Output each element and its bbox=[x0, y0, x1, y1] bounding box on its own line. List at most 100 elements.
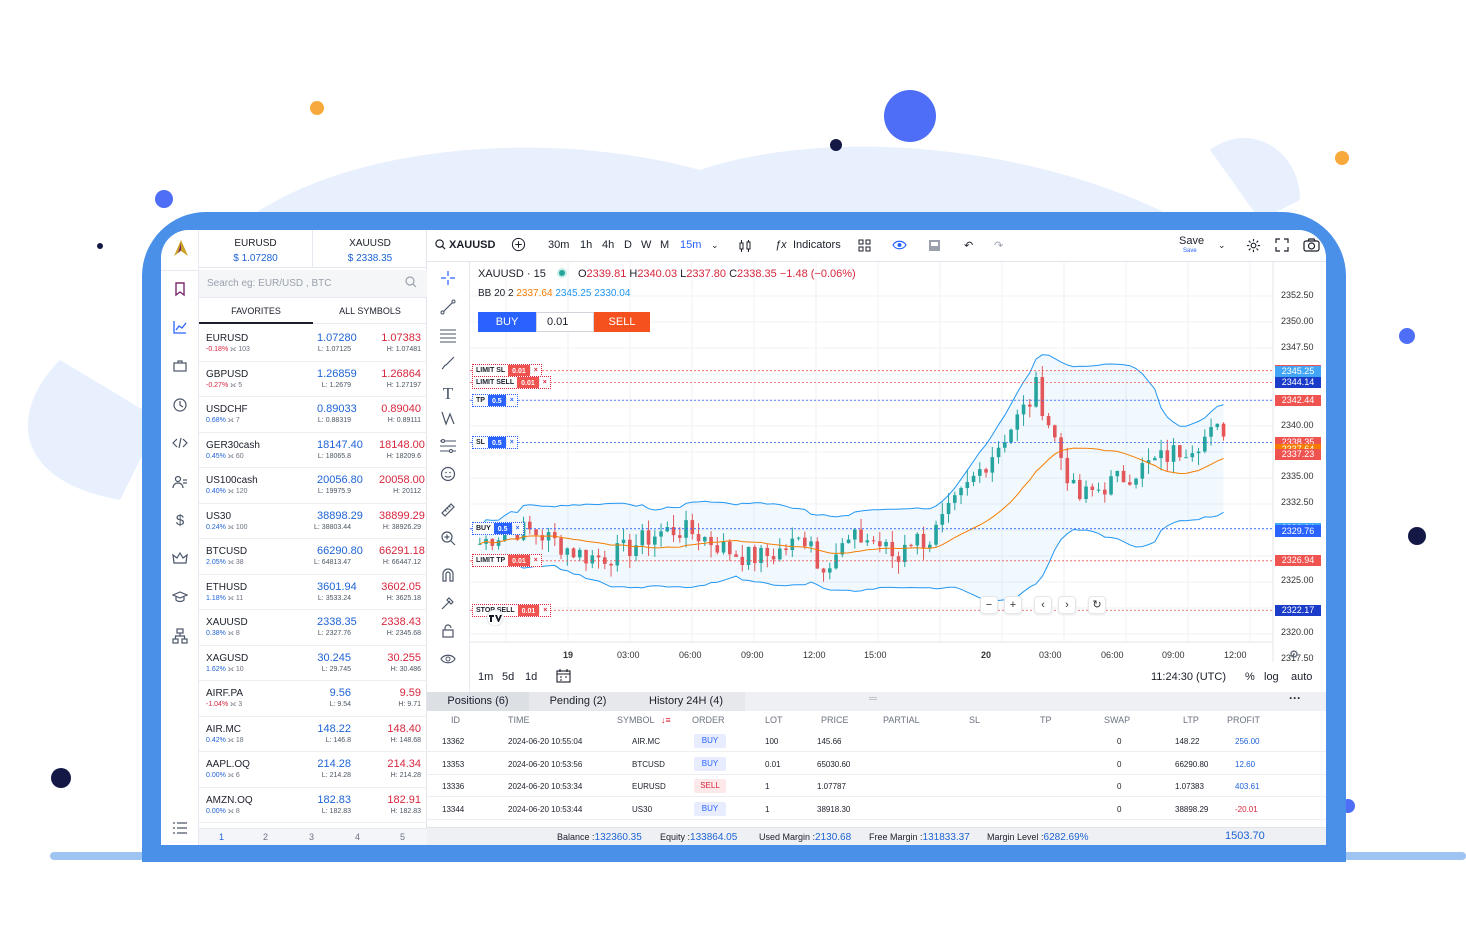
lock-drawing-icon[interactable] bbox=[437, 595, 459, 617]
order-qty[interactable]: 0.5 bbox=[487, 437, 506, 449]
close-icon[interactable]: × bbox=[539, 606, 550, 614]
emoji-icon[interactable] bbox=[437, 466, 459, 488]
column-header[interactable]: PRICE bbox=[821, 715, 849, 725]
sort-desc-icon[interactable]: ↓≡ bbox=[661, 715, 671, 725]
watchlist-row[interactable]: GER30cash 0.45% ⟗ 60 18147.40 L: 18065.8 181… bbox=[199, 433, 427, 468]
close-icon[interactable]: × bbox=[505, 396, 517, 404]
watchlist-row[interactable]: BTCUSD 2.05% ⟗ 38 66290.80 L: 64813.47 66291… bbox=[199, 539, 427, 575]
close-icon[interactable]: × bbox=[505, 439, 517, 447]
briefcase-icon[interactable] bbox=[169, 355, 191, 377]
pattern-icon[interactable] bbox=[437, 410, 459, 432]
position-row[interactable]: 13336 2024-06-20 10:53:34 EURUSD SELL 1 1.077… bbox=[427, 775, 1326, 797]
range-1m[interactable]: 1m bbox=[478, 671, 493, 683]
horizontal-lines-icon[interactable] bbox=[437, 327, 459, 349]
interval-d[interactable]: D bbox=[624, 239, 632, 251]
code-icon[interactable] bbox=[169, 432, 191, 454]
text-tool-icon[interactable]: T bbox=[437, 383, 459, 405]
reset-chart-button[interactable]: ↻ bbox=[1088, 596, 1106, 614]
order-label[interactable]: LIMIT TP 0.01 × bbox=[472, 554, 542, 568]
interval-1h[interactable]: 1h bbox=[580, 239, 592, 251]
watchlist-row[interactable]: AMZN.OQ 0.00% ⟗ 8 182.83 L: 182.83 182.91 H: … bbox=[199, 788, 427, 823]
order-qty[interactable]: 0.01 bbox=[517, 377, 539, 389]
column-header[interactable]: TP bbox=[1040, 715, 1052, 725]
more-options-icon[interactable]: ··· bbox=[1289, 691, 1301, 705]
hide-drawings-icon[interactable] bbox=[437, 651, 459, 673]
network-icon[interactable] bbox=[169, 625, 191, 647]
close-icon[interactable]: × bbox=[511, 525, 523, 533]
sell-button[interactable]: SELL bbox=[594, 312, 650, 332]
snapshot-template-icon[interactable] bbox=[928, 239, 941, 255]
watchlist-row[interactable]: US100cash 0.40% ⟗ 120 20056.80 L: 19975.9 20… bbox=[199, 468, 427, 504]
column-header[interactable]: ORDER bbox=[692, 715, 725, 725]
auto-toggle[interactable]: auto bbox=[1291, 671, 1312, 683]
order-label[interactable]: LIMIT SELL 0.01 × bbox=[472, 376, 551, 390]
ruler-icon[interactable] bbox=[437, 502, 459, 524]
drag-handle-icon[interactable]: ═ bbox=[869, 693, 877, 705]
axis-settings-icon[interactable]: ⚙ bbox=[1289, 648, 1299, 661]
order-label[interactable]: SL 0.5 × bbox=[472, 436, 518, 450]
undo-icon[interactable]: ↶ bbox=[964, 239, 973, 252]
order-label[interactable]: BUY 0.5 × bbox=[472, 522, 524, 536]
crown-icon[interactable] bbox=[169, 548, 191, 570]
watchlist-row[interactable]: USDCHF 0.68% ⟗ 7 0.89033 L: 0.88319 0.89040 H… bbox=[199, 397, 427, 433]
camera-icon[interactable] bbox=[1303, 238, 1320, 255]
interval-4h[interactable]: 4h bbox=[602, 239, 614, 251]
fullscreen-icon[interactable] bbox=[1275, 238, 1289, 255]
watchlist-row[interactable]: XAUUSD 0.38% ⟗ 8 2338.35 L: 2327.76 2338.43 H… bbox=[199, 610, 427, 646]
top-quote-xauusd[interactable]: XAUUSD $ 2338.35 bbox=[313, 230, 427, 268]
trend-line-icon[interactable] bbox=[437, 299, 459, 321]
crosshair-icon[interactable] bbox=[437, 270, 459, 292]
interval-w[interactable]: W bbox=[641, 239, 651, 251]
graduation-cap-icon[interactable] bbox=[169, 586, 191, 608]
list-menu-icon[interactable] bbox=[169, 817, 191, 839]
order-qty[interactable]: 0.01 bbox=[508, 365, 530, 377]
column-header[interactable]: SL bbox=[969, 715, 980, 725]
column-header[interactable]: TIME bbox=[508, 715, 530, 725]
range-1d[interactable]: 1d bbox=[525, 671, 537, 683]
close-icon[interactable]: × bbox=[538, 379, 550, 387]
page-4[interactable]: 4 bbox=[355, 832, 360, 842]
magnet-icon[interactable] bbox=[437, 567, 459, 589]
save-button[interactable]: Save bbox=[1179, 235, 1204, 247]
bookmark-icon[interactable] bbox=[169, 278, 191, 300]
watchlist-row[interactable]: AIRF.PA -1.04% ⟗ 3 9.56 L: 9.54 9.59 H: 9.71 bbox=[199, 681, 427, 717]
column-header[interactable]: ID bbox=[451, 715, 460, 725]
percent-toggle[interactable]: % bbox=[1245, 671, 1255, 683]
watchlist-row[interactable]: ETHUSD 1.18% ⟗ 11 3601.94 L: 3533.24 3602.05… bbox=[199, 575, 427, 610]
indicators-button[interactable]: Indicators bbox=[793, 239, 841, 251]
layout-grid-icon[interactable] bbox=[858, 239, 871, 255]
page-3[interactable]: 3 bbox=[309, 832, 314, 842]
page-2[interactable]: 2 bbox=[263, 832, 268, 842]
close-icon[interactable]: × bbox=[529, 367, 541, 375]
eye-icon[interactable] bbox=[892, 239, 907, 254]
tab-history[interactable]: History 24H (4) bbox=[627, 692, 745, 711]
order-qty[interactable]: 0.5 bbox=[487, 394, 506, 406]
users-icon[interactable] bbox=[169, 471, 191, 493]
order-qty[interactable]: 0.5 bbox=[493, 523, 512, 535]
settings-gear-icon[interactable] bbox=[1246, 238, 1261, 256]
column-header[interactable]: SWAP bbox=[1104, 715, 1130, 725]
unlock-icon[interactable] bbox=[437, 623, 459, 645]
order-qty[interactable]: 0.01 bbox=[517, 604, 540, 616]
log-toggle[interactable]: log bbox=[1264, 671, 1279, 683]
symbol-search-icon[interactable] bbox=[435, 239, 446, 253]
watchlist-row[interactable]: AAPL.OQ 0.00% ⟗ 6 214.28 L: 214.28 214.34 H: … bbox=[199, 752, 427, 788]
history-icon[interactable] bbox=[169, 394, 191, 416]
save-chevron-icon[interactable]: ⌄ bbox=[1218, 240, 1226, 251]
chart-icon[interactable] bbox=[169, 316, 191, 338]
zoom-in-icon[interactable] bbox=[437, 530, 459, 552]
column-header[interactable]: LOT bbox=[765, 715, 783, 725]
watchlist-row[interactable]: EURUSD -0.18% ⟗ 103 1.07280 L: 1.07125 1.073… bbox=[199, 326, 427, 362]
page-5[interactable]: 5 bbox=[400, 832, 405, 842]
column-header[interactable]: PROFIT bbox=[1227, 715, 1260, 725]
range-5d[interactable]: 5d bbox=[502, 671, 514, 683]
position-row[interactable]: 13353 2024-06-20 10:53:56 BTCUSD BUY 0.01 650… bbox=[427, 753, 1326, 775]
forecast-icon[interactable] bbox=[437, 438, 459, 460]
watchlist-row[interactable]: XAGUSD 1.62% ⟗ 10 30.245 L: 29.745 30.255 H: … bbox=[199, 646, 427, 681]
tab-positions[interactable]: Positions (6) bbox=[427, 692, 529, 711]
order-qty[interactable]: 0.01 bbox=[508, 555, 530, 567]
symbol-search[interactable]: Search eg: EUR/USD , BTC bbox=[199, 270, 427, 298]
chevron-down-icon[interactable]: ⌄ bbox=[711, 240, 719, 251]
column-header[interactable]: PARTIAL bbox=[883, 715, 920, 725]
dollar-icon[interactable]: $ bbox=[169, 509, 191, 531]
